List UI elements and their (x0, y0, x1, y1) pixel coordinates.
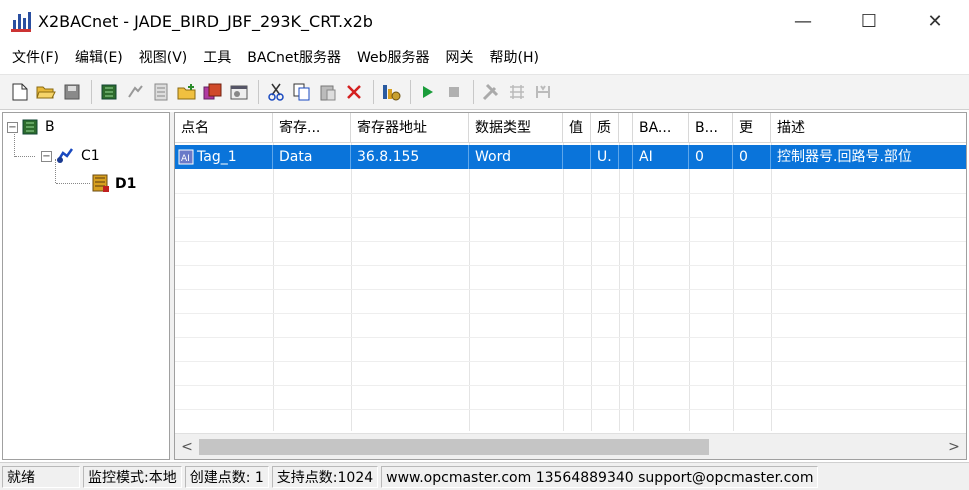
save-icon[interactable] (60, 80, 84, 104)
menu-file[interactable]: 文件(F) (4, 44, 67, 72)
table-cell[interactable]: 0 (733, 145, 771, 169)
add-device-icon[interactable] (97, 80, 121, 104)
status-bar: 就绪 监控模式:本地 创建点数: 1 支持点数:1024 www.opcmast… (0, 462, 969, 490)
delete-icon[interactable] (342, 80, 366, 104)
minimize-button[interactable]: — (780, 0, 826, 42)
column-header[interactable]: BA... (633, 113, 689, 143)
stop-icon[interactable] (442, 80, 466, 104)
column-header[interactable]: 寄存器地址 (351, 113, 469, 143)
toolbar-separator (91, 80, 92, 104)
copy-icon[interactable] (290, 80, 314, 104)
table-cell[interactable]: AI (633, 145, 689, 169)
open-folder-icon[interactable] (34, 80, 58, 104)
tree-node-device[interactable]: D1 (91, 173, 136, 195)
column-header[interactable]: 质 (591, 113, 619, 143)
scrollbar-thumb[interactable] (199, 439, 709, 455)
add-tag-icon[interactable] (123, 80, 147, 104)
device-group-icon (22, 119, 38, 135)
collapse-icon[interactable]: − (41, 150, 52, 162)
toolbar-separator (410, 80, 411, 104)
device-icon (92, 174, 109, 192)
title-bar: X2BACnet - JADE_BIRD_JBF_293K_CRT.x2b — … (0, 0, 969, 42)
status-ready: 就绪 (2, 465, 80, 488)
tag-icon: AI (178, 149, 194, 165)
close-button[interactable]: ✕ (912, 0, 958, 42)
window-title: X2BACnet - JADE_BIRD_JBF_293K_CRT.x2b (38, 11, 373, 31)
status-supported-count: 支持点数:1024 (271, 465, 379, 488)
column-header[interactable]: 更 (733, 113, 771, 143)
scan-all-icon[interactable] (531, 80, 555, 104)
scroll-right-icon[interactable]: > (944, 434, 964, 459)
toolbar-separator (473, 80, 474, 104)
table-cell[interactable] (619, 145, 633, 169)
menu-tools[interactable]: 工具 (195, 44, 239, 72)
tree-node-channel[interactable]: − C1 (41, 145, 100, 167)
scroll-left-icon[interactable]: < (177, 434, 197, 459)
svg-text:AI: AI (181, 154, 190, 164)
menu-bar: 文件(F) 编辑(E) 视图(V) 工具 BACnet服务器 Web服务器 网关… (0, 44, 969, 72)
collapse-icon[interactable]: − (7, 121, 18, 133)
table-cell[interactable]: Data (273, 145, 351, 169)
column-header[interactable]: 值 (563, 113, 591, 143)
menu-view[interactable]: 视图(V) (131, 44, 196, 72)
table-cell[interactable]: 控制器号.回路号.部位 (771, 145, 966, 169)
table-cell[interactable]: Word (469, 145, 563, 169)
project-tree: − B − C1 D1 (2, 112, 170, 460)
scan-icon[interactable] (505, 80, 529, 104)
menu-help[interactable]: 帮助(H) (482, 44, 547, 72)
maximize-button[interactable]: ☐ (846, 0, 892, 42)
table-cell[interactable]: 0 (689, 145, 733, 169)
table-cell[interactable] (563, 145, 591, 169)
column-header[interactable]: 描述 (771, 113, 966, 143)
toolbar-separator (258, 80, 259, 104)
new-file-icon[interactable] (8, 80, 32, 104)
channel-icon (56, 148, 74, 163)
toolbar (0, 74, 969, 110)
device-list-icon[interactable] (149, 80, 173, 104)
status-created-count: 创建点数: 1 (184, 465, 269, 488)
list-header: 点名 寄存... 寄存器地址 数据类型 值 质 BA... B... 更 描述 (175, 113, 966, 143)
app-icon (10, 10, 32, 32)
paste-icon[interactable] (316, 80, 340, 104)
tools-icon[interactable] (479, 80, 503, 104)
horizontal-scrollbar[interactable]: < > (175, 433, 966, 459)
column-header[interactable]: 点名 (175, 113, 273, 143)
status-contact: www.opcmaster.com 13564889340 support@op… (381, 465, 819, 488)
column-header[interactable]: 数据类型 (469, 113, 563, 143)
properties-icon[interactable] (227, 80, 251, 104)
cut-icon[interactable] (264, 80, 288, 104)
tree-node-label: D1 (115, 176, 137, 192)
run-icon[interactable] (416, 80, 440, 104)
menu-gateway[interactable]: 网关 (438, 44, 482, 72)
column-header[interactable]: B... (689, 113, 733, 143)
menu-bacnet-server[interactable]: BACnet服务器 (239, 44, 349, 72)
menu-web-server[interactable]: Web服务器 (349, 44, 438, 72)
table-cell[interactable]: 36.8.155 (351, 145, 469, 169)
tag-list: 点名 寄存... 寄存器地址 数据类型 值 质 BA... B... 更 描述 … (174, 112, 967, 460)
status-mode: 监控模式:本地 (83, 465, 182, 488)
import-icon[interactable] (201, 80, 225, 104)
toolbar-separator (373, 80, 374, 104)
add-folder-icon[interactable] (175, 80, 199, 104)
monitor-icon[interactable] (379, 80, 403, 104)
table-cell-name[interactable]: AI Tag_1 (175, 145, 273, 169)
tree-node-root[interactable]: − B (7, 116, 55, 138)
maximize-icon: ☐ (860, 10, 878, 32)
column-header[interactable]: 寄存... (273, 113, 351, 143)
column-header[interactable] (619, 113, 633, 143)
menu-edit[interactable]: 编辑(E) (67, 44, 131, 72)
minimize-icon: — (794, 10, 812, 32)
close-icon: ✕ (927, 10, 943, 32)
tree-node-label: C1 (81, 148, 100, 164)
table-cell[interactable]: U. (591, 145, 619, 169)
tree-node-label: B (45, 119, 55, 135)
table-row[interactable]: AI Tag_1 Data 36.8.155 Word U. AI 0 0 控制… (175, 145, 966, 169)
